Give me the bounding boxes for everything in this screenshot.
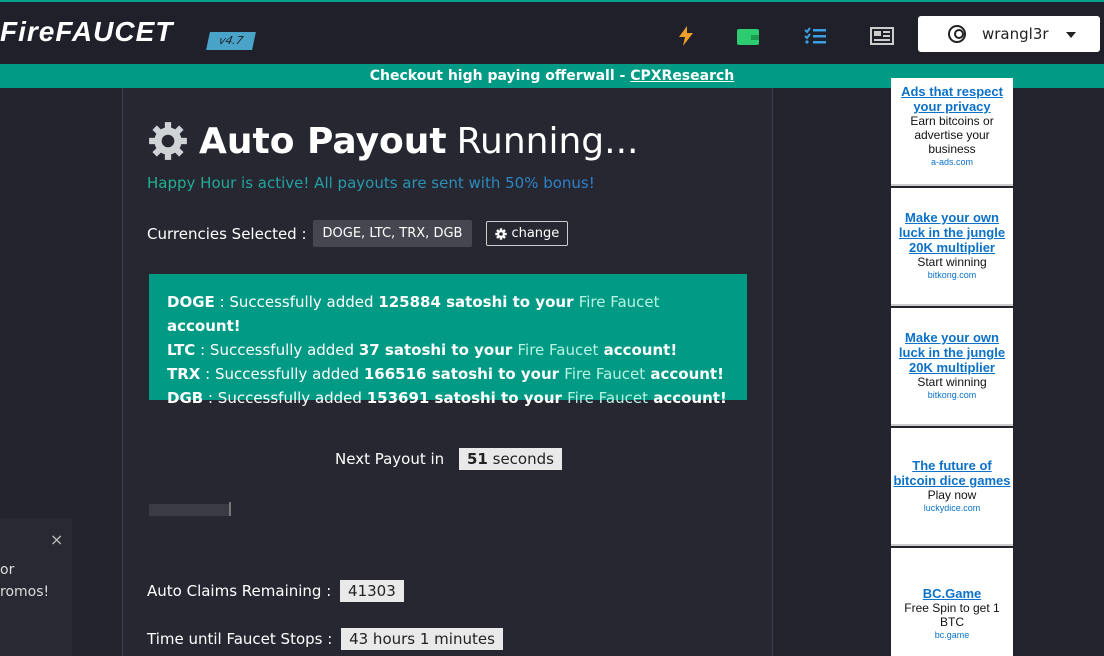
ad-unit[interactable]: Make your own luck in the jungle 20K mul… (891, 188, 1013, 306)
username: wrangl3r (982, 25, 1049, 43)
logo-fire-text: Fire (0, 16, 56, 47)
payout-line: DOGE : Successfully added 125884 satoshi… (167, 293, 660, 335)
happy-hour-notice: Happy Hour is active! All payouts are se… (147, 174, 595, 192)
currencies-value: DOGE, LTC, TRX, DGB (312, 220, 473, 247)
payout-line: DGB : Successfully added 153691 satoshi … (167, 389, 727, 407)
ad-headline[interactable]: BC.Game (891, 586, 1013, 601)
banner-link[interactable]: CPXResearch (630, 68, 734, 84)
title-light: Running... (456, 120, 639, 162)
ad-subtext: Free Spin to get 1 BTC (904, 601, 1000, 629)
caret-down-icon (1066, 32, 1076, 38)
bolt-icon[interactable] (674, 24, 698, 48)
ad-subtext: Start winning (917, 255, 987, 269)
next-payout-label: Next Payout in (335, 450, 445, 468)
auto-claims-value: 41303 (340, 580, 404, 602)
payout-line: TRX : Successfully added 166516 satoshi … (167, 365, 724, 383)
page-title: Auto Payout Running... (147, 120, 638, 162)
site-logo[interactable]: FireFAUCET (0, 16, 173, 48)
change-currencies-button[interactable]: change (486, 221, 569, 246)
promo-text-line2: romos! (0, 584, 50, 600)
newspaper-icon[interactable] (870, 24, 894, 48)
user-menu-button[interactable]: wrangl3r (918, 16, 1100, 52)
title-strong: Auto Payout (199, 120, 447, 162)
ads-column: Ads that respect your privacy Earn bitco… (891, 78, 1013, 656)
version-badge: v4.7 (206, 32, 256, 50)
ad-unit[interactable]: The future of bitcoin dice games Play no… (891, 428, 1013, 546)
logo-faucet-text: FAUCET (55, 16, 174, 47)
wallet-icon[interactable] (736, 24, 760, 48)
ad-subtext: Start winning (917, 375, 987, 389)
ad-domain: bc.game (934, 630, 970, 640)
currencies-label: Currencies Selected : (147, 224, 307, 243)
currencies-row: Currencies Selected : DOGE, LTC, TRX, DG… (147, 220, 569, 247)
ad-domain: bitkong.com (927, 390, 977, 400)
close-icon[interactable]: × (50, 530, 63, 549)
ad-headline[interactable]: Make your own luck in the jungle 20K mul… (891, 330, 1013, 375)
ad-unit[interactable]: Ads that respect your privacy Earn bitco… (891, 78, 1013, 186)
top-navbar: FireFAUCET v4.7 wrangl3r (0, 0, 1104, 64)
ad-domain: bitkong.com (927, 270, 977, 280)
payout-line: LTC : Successfully added 37 satoshi to y… (167, 341, 678, 359)
ad-unit[interactable]: Make your own luck in the jungle 20K mul… (891, 308, 1013, 426)
banner-text: Checkout high paying offerwall - (369, 68, 631, 84)
gear-icon (149, 122, 187, 160)
promo-text-line1: or (0, 562, 15, 578)
change-label: change (511, 226, 560, 241)
ad-subtext: Earn bitcoins or advertise your business (910, 114, 994, 156)
faucet-stops-value: 43 hours 1 minutes (341, 628, 503, 650)
progress-tick (229, 502, 231, 516)
faucet-stops-row: Time until Faucet Stops : 43 hours 1 min… (147, 628, 503, 650)
promo-popup: × or romos! (0, 518, 72, 656)
ad-headline[interactable]: The future of bitcoin dice games (891, 458, 1013, 488)
ad-headline[interactable]: Make your own luck in the jungle 20K mul… (891, 210, 1013, 255)
ad-domain: luckydice.com (923, 503, 981, 513)
payout-success-alert: DOGE : Successfully added 125884 satoshi… (149, 274, 747, 407)
auto-payout-card: Auto Payout Running... Happy Hour is act… (122, 88, 773, 656)
gear-icon (495, 227, 508, 240)
next-payout-timer: 51 seconds (458, 448, 562, 470)
checklist-icon[interactable] (803, 24, 827, 48)
ad-headline[interactable]: Ads that respect your privacy (891, 84, 1013, 114)
ad-unit[interactable]: BC.Game Free Spin to get 1 BTC bc.game (891, 548, 1013, 656)
user-circle-icon (948, 25, 966, 43)
faucet-stops-label: Time until Faucet Stops : (147, 630, 333, 648)
ad-subtext: Play now (927, 488, 977, 502)
payout-progress-bar (149, 504, 229, 516)
auto-claims-row: Auto Claims Remaining : 41303 (147, 580, 404, 602)
next-payout-row: Next Payout in 51 seconds (123, 448, 774, 470)
ad-domain: a-ads.com (930, 157, 974, 167)
auto-claims-label: Auto Claims Remaining : (147, 582, 332, 600)
